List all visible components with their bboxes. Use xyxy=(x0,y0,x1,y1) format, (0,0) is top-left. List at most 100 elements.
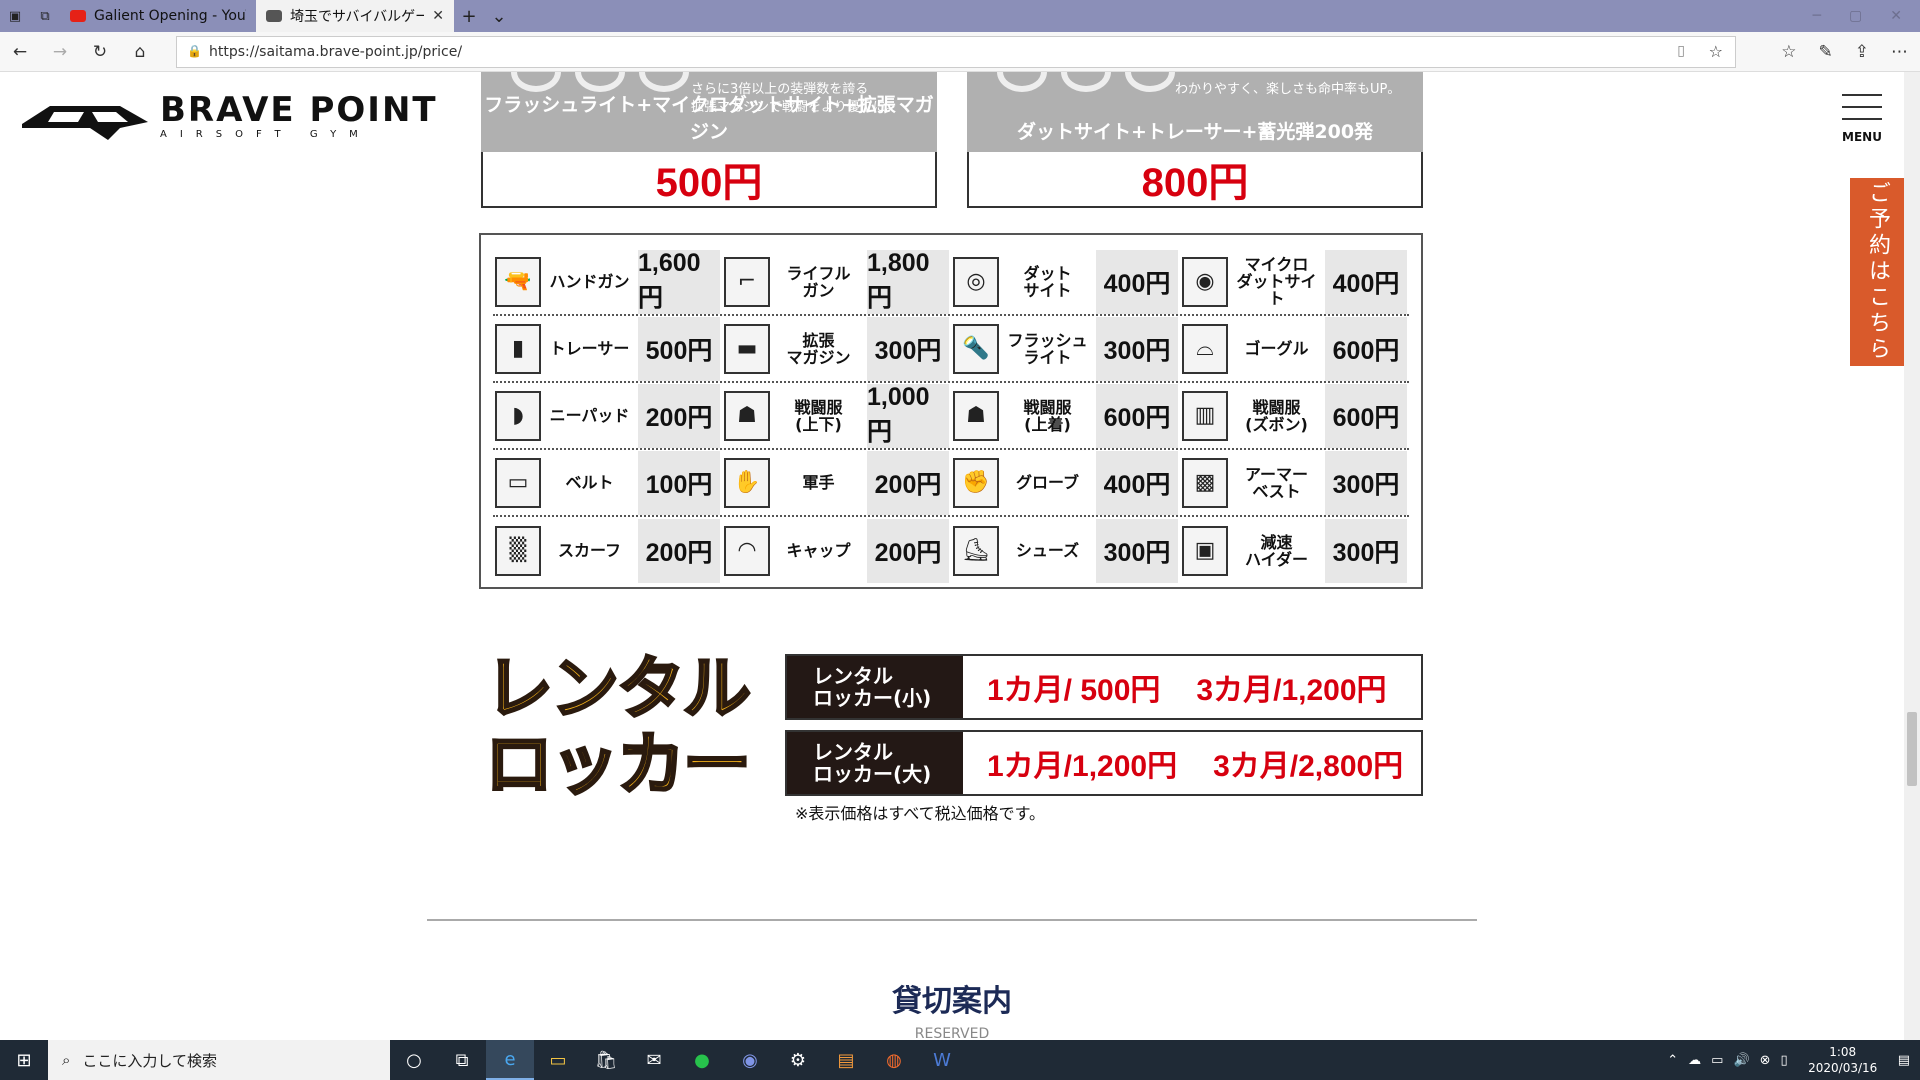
rental-item-price: 600円 xyxy=(1325,383,1407,448)
chevron-up-icon[interactable]: ⌃ xyxy=(1667,1053,1678,1068)
rental-item-price: 400円 xyxy=(1096,450,1178,515)
rental-item: ⌓ ゴーグル 600円 xyxy=(1180,316,1409,381)
forward-button[interactable]: → xyxy=(40,32,80,72)
rental-row: 🔫 ハンドガン 1,600円 ⌐ ライフル ガン 1,800円 ◎ ダット サイト 400円 ◉ マイク… xyxy=(493,249,1409,316)
more-icon[interactable]: ⋯ xyxy=(1891,42,1908,62)
ime-icon[interactable]: ▯ xyxy=(1781,1053,1788,1068)
locker-large-prices: 1カ月/1,200円 3カ月/2,800円 xyxy=(963,732,1421,794)
share-icon[interactable]: ⇪ xyxy=(1855,42,1869,62)
rental-item: 🔦 フラッシュ ライト 300円 xyxy=(951,316,1180,381)
window-menu-icon[interactable]: ▣ xyxy=(0,0,30,32)
word-icon[interactable]: W xyxy=(918,1040,966,1080)
locker-heading-line: レンタル xyxy=(484,650,753,729)
rental-item: ⌐ ライフル ガン 1,800円 xyxy=(722,249,951,314)
reading-view-icon[interactable]: ▯ xyxy=(1677,43,1685,59)
reserve-button[interactable]: ご予約はこちら xyxy=(1850,178,1904,366)
tab-title: Galient Opening - YouTube xyxy=(94,8,246,24)
line-icon[interactable]: ● xyxy=(678,1040,726,1080)
edge-icon[interactable]: e xyxy=(486,1040,534,1080)
tax-note: ※表示価格はすべて税込価格です。 xyxy=(795,804,1046,823)
rental-item-name: アーマー ベスト xyxy=(1244,464,1309,501)
task-view-icon[interactable]: ⧉ xyxy=(438,1040,486,1080)
app-icon[interactable]: ▤ xyxy=(822,1040,870,1080)
windows-start-icon[interactable]: ⊞ xyxy=(0,1040,48,1080)
rental-item-price: 300円 xyxy=(867,316,949,381)
locker-label-line: レンタル xyxy=(813,664,893,688)
steam-icon[interactable]: ⚙ xyxy=(774,1040,822,1080)
rental-item: ▭ ベルト 100円 xyxy=(493,450,722,515)
rental-item-price: 1,600円 xyxy=(638,249,720,314)
locker-large-row: レンタル ロッカー(大) 1カ月/1,200円 3カ月/2,800円 xyxy=(785,730,1423,796)
clock[interactable]: 1:08 2020/03/16 xyxy=(1798,1044,1888,1076)
rental-item-name: 戦闘服 (ズボン) xyxy=(1245,397,1308,434)
brand-name: BRAVE POINT xyxy=(160,89,438,130)
page-scrollbar[interactable] xyxy=(1904,72,1920,1040)
new-tab-button[interactable]: + xyxy=(454,0,484,32)
scrollbar-thumb[interactable] xyxy=(1907,712,1917,786)
bundle-desc: わかりやすく、楽しさも命中率もUP。 xyxy=(1175,82,1401,97)
browser-tools: ☆ ✎ ⇪ ⋯ xyxy=(1781,32,1908,72)
discord-icon[interactable]: ◉ xyxy=(726,1040,774,1080)
rental-item-price: 300円 xyxy=(1325,450,1407,515)
minimize-button[interactable]: ─ xyxy=(1813,8,1821,24)
close-window-button[interactable]: ✕ xyxy=(1890,8,1902,24)
pen-icon[interactable]: ✎ xyxy=(1819,42,1833,62)
taskbar-search[interactable]: ⌕ ここに入力して検索 xyxy=(48,1040,390,1080)
brand-subtitle: AIRSOFT GYM xyxy=(160,128,371,140)
favorites-icon[interactable]: ☆ xyxy=(1781,42,1796,62)
rental-item-price: 600円 xyxy=(1325,316,1407,381)
network-icon[interactable]: ▭ xyxy=(1711,1053,1723,1068)
web-page: BRAVE POINT AIRSOFT GYM MENU ご予約はこちら さらに… xyxy=(0,72,1920,1040)
notifications-icon[interactable]: ▤ xyxy=(1898,1053,1910,1068)
file-explorer-icon[interactable]: ▭ xyxy=(534,1040,582,1080)
maximize-button[interactable]: ▢ xyxy=(1849,8,1862,24)
bundle-name: フラッシュライト+マイクロダットサイト+拡張マガジン xyxy=(484,94,934,143)
volume-icon[interactable]: 🔊 xyxy=(1733,1053,1749,1068)
lock-icon: 🔒 xyxy=(187,44,202,58)
close-tab-icon[interactable]: ✕ xyxy=(432,8,444,24)
cortana-icon[interactable]: ○ xyxy=(390,1040,438,1080)
locker-small-prices: 1カ月/ 500円 3カ月/1,200円 xyxy=(963,656,1421,718)
rental-item-name: グローブ xyxy=(1015,473,1080,492)
rental-item-name: ライフル ガン xyxy=(786,263,851,300)
origin-icon[interactable]: ◍ xyxy=(870,1040,918,1080)
tray-app-icon[interactable]: ⊗ xyxy=(1760,1053,1771,1068)
menu-button[interactable]: MENU xyxy=(1838,94,1886,144)
rental-item-name: マイクロ ダットサイト xyxy=(1236,255,1317,308)
refresh-button[interactable]: ↻ xyxy=(80,32,120,72)
favorite-star-icon[interactable]: ☆ xyxy=(1709,42,1723,61)
rental-item-name: トレーサー xyxy=(549,339,630,358)
rental-item-name: ダット サイト xyxy=(1023,263,1072,300)
rental-item-price: 300円 xyxy=(1096,316,1178,381)
locker-label-line: ロッカー(小) xyxy=(813,686,932,710)
shoes-icon: ⛸ xyxy=(953,525,999,576)
tab-brave-point[interactable]: 埼玉でサバイバルゲームをす ✕ xyxy=(256,0,454,32)
tracer-icon: ▮ xyxy=(495,323,541,374)
window-controls: ─ ▢ ✕ xyxy=(1813,8,1920,24)
store-icon[interactable]: 🛍 xyxy=(582,1040,630,1080)
clock-date: 2020/03/16 xyxy=(1808,1061,1878,1075)
rental-item: ◉ マイクロ ダットサイト 400円 xyxy=(1180,249,1409,314)
address-bar[interactable]: 🔒 https://saitama.brave-point.jp/price/ … xyxy=(176,36,1736,68)
rental-item: ◠ キャップ 200円 xyxy=(722,517,951,584)
system-tray: ⌃ ☁ ▭ 🔊 ⊗ ▯ 1:08 2020/03/16 ▤ xyxy=(1667,1044,1920,1076)
onedrive-icon[interactable]: ☁ xyxy=(1688,1053,1701,1068)
tab-list-chevron-down-icon[interactable]: ⌄ xyxy=(484,0,514,32)
rental-item-price: 200円 xyxy=(638,518,720,583)
bundle-card: わかりやすく、楽しさも命中率もUP。 ダットサイト+トレーサー+蓄光弾200発 … xyxy=(967,72,1423,208)
handgun-icon: 🔫 xyxy=(495,256,541,307)
back-button[interactable]: ← xyxy=(0,32,40,72)
tab-preview-icon[interactable]: ⧉ xyxy=(30,0,60,32)
locker-price: 1カ月/1,200円 xyxy=(987,750,1178,783)
home-button[interactable]: ⌂ xyxy=(120,32,160,72)
mail-icon[interactable]: ✉ xyxy=(630,1040,678,1080)
rental-row: ◗ ニーパッド 200円 ☗ 戦闘服 (上下) 1,000円 ☗ 戦闘服 (上着) 600円 ▥ 戦闘服… xyxy=(493,383,1409,450)
brave-point-logo[interactable]: BRAVE POINT AIRSOFT GYM xyxy=(20,92,438,140)
bundle-price: 800円 xyxy=(967,152,1423,208)
micro-dot-sight-icon: ◉ xyxy=(1182,256,1228,307)
suppressor-icon: ▣ xyxy=(1182,525,1228,576)
browser-nav-bar: ← → ↻ ⌂ 🔒 https://saitama.brave-point.jp… xyxy=(0,32,1920,72)
tab-youtube[interactable]: Galient Opening - YouTube xyxy=(60,0,256,32)
rental-item: 🔫 ハンドガン 1,600円 xyxy=(493,249,722,314)
rental-item: ▒ スカーフ 200円 xyxy=(493,517,722,584)
